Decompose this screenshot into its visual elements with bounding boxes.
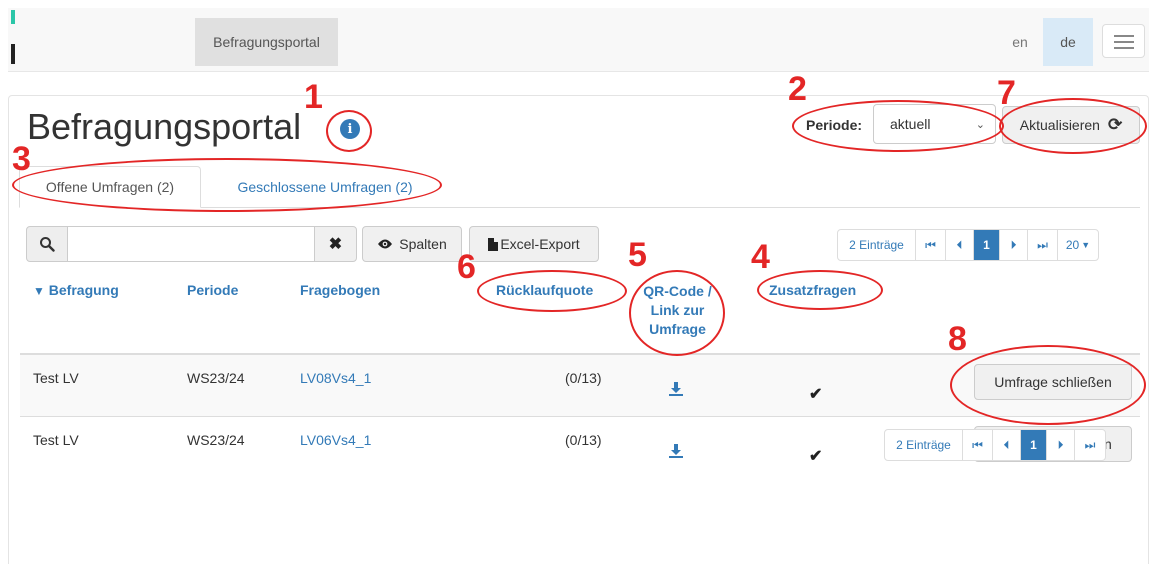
search-icon: [26, 226, 68, 262]
lang-switch-en[interactable]: en: [1000, 18, 1040, 66]
annotation-ring-1: [326, 110, 372, 152]
first-page-icon[interactable]: ⏮: [916, 230, 946, 260]
annotation-ring-2: [792, 100, 1004, 152]
annotation-number-5: 5: [628, 236, 647, 274]
last-page-icon[interactable]: ⏭: [1075, 430, 1105, 460]
cell-ruecklaufquote: (0/13): [565, 370, 602, 386]
cell-periode: WS23/24: [187, 432, 245, 448]
download-icon[interactable]: [669, 382, 683, 396]
columns-button-label: Spalten: [399, 236, 447, 252]
annotation-ring-4: [757, 270, 883, 310]
last-page-icon[interactable]: ⏭: [1028, 230, 1058, 260]
annotation-ring-3: [12, 158, 442, 212]
next-page-icon[interactable]: ⏵: [1000, 230, 1028, 260]
entries-count: 2 Einträge: [838, 230, 916, 260]
next-page-icon[interactable]: ⏵: [1047, 430, 1075, 460]
nav-item-befragungsportal[interactable]: Befragungsportal: [195, 18, 338, 66]
annotation-ring-6: [477, 270, 627, 312]
prev-page-icon[interactable]: ⏴: [993, 430, 1021, 460]
annotation-number-6: 6: [457, 248, 476, 286]
annotation-number-2: 2: [788, 70, 807, 108]
cell-fragebogen-link[interactable]: LV06Vs4_1: [300, 432, 371, 448]
excel-export-button[interactable]: Excel-Export: [469, 226, 599, 262]
logo-mark: [11, 10, 15, 24]
first-page-icon[interactable]: ⏮: [963, 430, 993, 460]
annotation-ring-7: [999, 98, 1147, 154]
annotation-number-1: 1: [304, 78, 323, 116]
page-title: Befragungsportal: [27, 106, 302, 147]
cell-befragung: Test LV: [33, 432, 79, 448]
logo-mark-dark: [11, 44, 15, 64]
annotation-number-8: 8: [948, 320, 967, 358]
entries-count: 2 Einträge: [885, 430, 963, 460]
page-button-current[interactable]: 1: [1021, 430, 1047, 460]
annotation-ring-5: [629, 270, 725, 356]
pagination-bottom: 2 Einträge ⏮ ⏴ 1 ⏵ ⏭: [884, 429, 1106, 461]
top-navbar: [8, 8, 1149, 72]
download-icon[interactable]: [669, 444, 683, 458]
checkmark-icon: ✔: [809, 386, 823, 403]
prev-page-icon[interactable]: ⏴: [946, 230, 974, 260]
eye-icon: [378, 239, 393, 249]
column-header-befragung-label: Befragung: [48, 282, 119, 298]
cell-fragebogen-link[interactable]: LV08Vs4_1: [300, 370, 371, 386]
cell-periode: WS23/24: [187, 370, 245, 386]
cell-ruecklaufquote: (0/13): [565, 432, 602, 448]
clear-search-icon[interactable]: ✖: [314, 226, 357, 262]
column-header-fragebogen[interactable]: Fragebogen: [300, 282, 380, 298]
file-icon: [488, 237, 499, 251]
sort-desc-icon: ▼: [33, 284, 45, 298]
page-size-value: 20: [1065, 238, 1080, 252]
annotation-number-3: 3: [12, 140, 31, 178]
column-header-befragung[interactable]: ▼ Befragung: [33, 282, 119, 298]
annotation-ring-8: [950, 345, 1146, 425]
lang-switch-de[interactable]: de: [1043, 18, 1093, 66]
caret-down-icon: ▼: [1081, 240, 1091, 250]
columns-button[interactable]: Spalten: [362, 226, 462, 262]
annotation-number-4: 4: [751, 238, 770, 276]
page-size-select[interactable]: 20 ▼: [1058, 230, 1098, 260]
pagination-top: 2 Einträge ⏮ ⏴ 1 ⏵ ⏭ 20 ▼: [837, 229, 1099, 261]
excel-export-label: Excel-Export: [500, 236, 580, 252]
annotation-number-7: 7: [997, 74, 1016, 112]
page-button-current[interactable]: 1: [974, 230, 1000, 260]
search-input[interactable]: [67, 226, 315, 262]
checkmark-icon: ✔: [809, 448, 823, 465]
hamburger-menu-icon[interactable]: [1102, 24, 1145, 58]
cell-befragung: Test LV: [33, 370, 79, 386]
column-header-periode[interactable]: Periode: [187, 282, 238, 298]
